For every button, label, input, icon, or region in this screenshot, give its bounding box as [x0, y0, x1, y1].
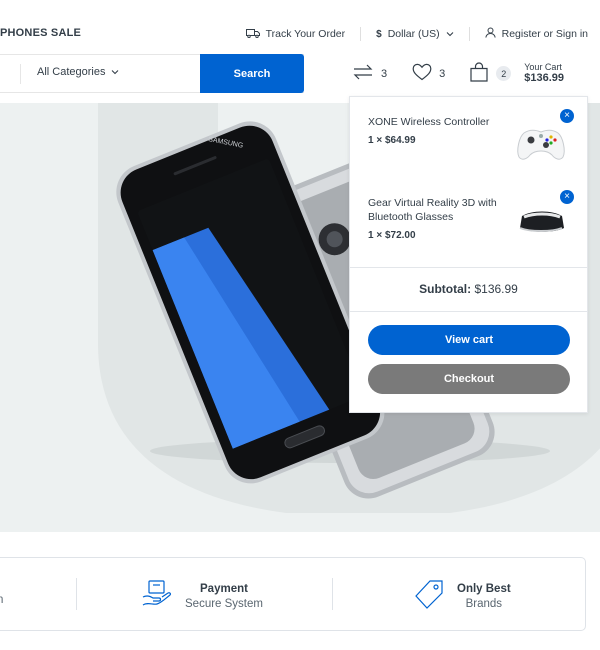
category-select[interactable]: All Categories	[37, 66, 119, 78]
header-icons: 3 3 2 Your Cart $136.99	[352, 62, 564, 85]
feature-title: Only Best	[457, 582, 511, 595]
divider	[350, 311, 587, 312]
compare-count: 3	[381, 67, 388, 80]
truck-icon	[245, 28, 260, 41]
category-label: All Categories	[37, 66, 106, 78]
cart-item[interactable]: Gear Virtual Reality 3D with Bluetooth G…	[368, 190, 574, 241]
wishlist-count: 3	[439, 67, 446, 80]
shopping-bag-icon	[469, 62, 489, 85]
payment-hand-icon	[141, 578, 173, 615]
checkout-button[interactable]: Checkout	[368, 364, 570, 394]
subtotal-label: Subtotal:	[419, 282, 472, 296]
divider	[468, 27, 470, 41]
cart-item-name[interactable]: Gear Virtual Reality 3D with Bluetooth G…	[368, 196, 498, 224]
divider	[20, 64, 21, 84]
search-button[interactable]: Search	[200, 54, 304, 93]
user-icon	[484, 27, 496, 41]
feature-item: n	[0, 578, 3, 606]
cart-label: Your Cart	[524, 62, 562, 72]
remove-item-close-icon[interactable]: ×	[560, 109, 574, 123]
cart-item[interactable]: XONE Wireless Controller 1 × $64.99 ×	[368, 109, 574, 160]
track-order-label: Track Your Order	[265, 28, 346, 40]
mini-cart-dropdown: XONE Wireless Controller 1 × $64.99 × Ge…	[349, 96, 588, 413]
wishlist-button[interactable]: 3	[412, 63, 445, 84]
account-label: Register or Sign in	[501, 28, 588, 40]
compare-icon	[352, 63, 374, 84]
cart-button[interactable]: 2 Your Cart $136.99	[469, 62, 564, 85]
cart-subtotal: Subtotal: $136.99	[350, 282, 587, 296]
chevron-down-icon	[446, 28, 454, 40]
top-links: Track Your Order $ Dollar (US) Register …	[245, 27, 588, 41]
feature-subtitle: Brands	[465, 597, 503, 610]
feature-text: Payment Secure System	[185, 582, 263, 612]
cart-count-badge: 2	[496, 66, 512, 81]
feature-item: Only Best Brands	[413, 578, 511, 615]
game-controller-image	[516, 123, 566, 168]
account-link[interactable]: Register or Sign in	[484, 27, 588, 41]
view-cart-button[interactable]: View cart	[368, 325, 570, 355]
cart-item-name[interactable]: XONE Wireless Controller	[368, 115, 498, 129]
subtotal-value: $136.99	[474, 282, 518, 296]
divider	[360, 27, 362, 41]
heart-icon	[412, 63, 432, 84]
features-bar: n Payment Secure System Only Best Brands	[0, 557, 586, 631]
cart-summary[interactable]: Your Cart $136.99	[524, 62, 564, 85]
currency-label: Dollar (US)	[387, 28, 440, 40]
divider	[332, 578, 333, 610]
feature-subtitle: Secure System	[185, 597, 263, 610]
divider	[76, 578, 77, 610]
compare-button[interactable]: 3	[352, 63, 387, 84]
vr-headset-image	[514, 202, 568, 247]
feature-text: Only Best Brands	[457, 582, 511, 612]
chevron-down-icon	[111, 66, 119, 78]
track-order-link[interactable]: Track Your Order	[245, 28, 346, 41]
cart-total: $136.99	[524, 72, 565, 84]
feature-title: Payment	[200, 582, 248, 595]
price-tag-icon	[413, 578, 445, 615]
feature-subtitle: n	[0, 594, 4, 606]
remove-item-close-icon[interactable]: ×	[560, 190, 574, 204]
promo-text: PHONES SALE	[0, 27, 82, 39]
currency-selector[interactable]: $ Dollar (US)	[376, 28, 454, 40]
divider	[350, 267, 587, 268]
feature-item: Payment Secure System	[141, 578, 263, 615]
feature-text: n	[0, 578, 3, 606]
dollar-icon: $	[376, 28, 382, 40]
